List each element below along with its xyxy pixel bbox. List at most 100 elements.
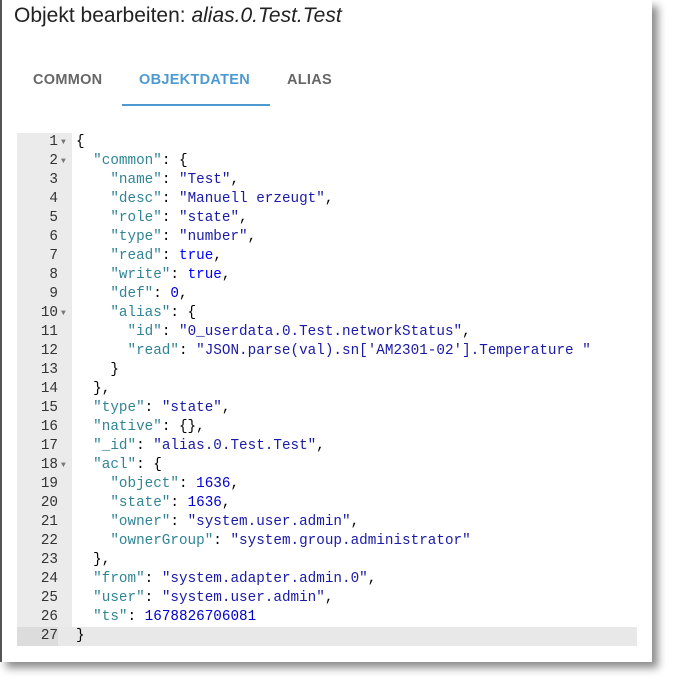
code-line[interactable]: 16 "native": {}, (17, 418, 637, 437)
json-punctuation: : (213, 533, 231, 549)
line-number: 22 (40, 533, 58, 549)
code-line[interactable]: 8 "write": true, (17, 266, 637, 285)
json-punctuation: , (324, 590, 334, 606)
json-punctuation: : (178, 476, 197, 492)
json-punctuation (76, 438, 93, 454)
line-number: 26 (40, 609, 58, 625)
code-text: "common": { (76, 152, 187, 171)
code-line[interactable]: 10 ▼ "alias": { (17, 304, 637, 323)
code-text: "role": "state", (76, 209, 247, 228)
json-string: "system.adapter.admin.0" (161, 571, 368, 587)
json-punctuation: : (127, 609, 145, 625)
code-line[interactable]: 20 "state": 1636, (17, 494, 637, 513)
json-key: "write" (110, 267, 171, 283)
json-key: "state" (110, 495, 171, 511)
code-text: "type": "state", (76, 399, 230, 418)
code-text: "name": "Test", (76, 171, 239, 190)
code-line[interactable]: 27} (17, 627, 637, 646)
json-number: 0 (170, 286, 179, 302)
code-line[interactable]: 17 "_id": "alias.0.Test.Test", (17, 437, 637, 456)
code-line[interactable]: 12 "read": "JSON.parse(val).sn['AM2301-0… (17, 342, 637, 361)
json-punctuation (76, 324, 127, 340)
code-line[interactable]: 5 "role": "state", (17, 209, 637, 228)
json-key: "user" (93, 590, 145, 606)
line-number: 20 (40, 495, 58, 511)
json-punctuation: , (221, 495, 231, 511)
line-number: 18 (40, 457, 58, 473)
json-punctuation (76, 229, 110, 245)
tab-objektdaten[interactable]: OBJEKTDATEN (122, 56, 270, 106)
code-line[interactable]: 2 ▼ "common": { (17, 152, 637, 171)
json-string: "system.group.administrator" (230, 533, 471, 549)
code-line[interactable]: 7 "read": true, (17, 247, 637, 266)
line-number: 16 (40, 419, 58, 435)
json-code-editor[interactable]: 1 ▼{2 ▼ "common": {3 "name": "Test", 4 "des… (17, 133, 637, 646)
code-line[interactable]: 3 "name": "Test", (17, 171, 637, 190)
code-text: { (76, 133, 85, 152)
code-text: "native": {}, (76, 418, 205, 437)
fold-toggle-icon[interactable]: ▼ (61, 456, 66, 475)
code-line[interactable]: 19 "object": 1636, (17, 475, 637, 494)
json-string: "system.user.admin" (187, 514, 351, 530)
json-key: "ts" (93, 609, 128, 625)
json-number: 1636 (196, 476, 231, 492)
json-punctuation: : (178, 343, 197, 359)
code-line[interactable]: 14 }, (17, 380, 637, 399)
dialog-title: Objekt bearbeiten: alias.0.Test.Test (14, 4, 342, 28)
code-line[interactable]: 26 "ts": 1678826706081 (17, 608, 637, 627)
json-key: "def" (110, 286, 154, 302)
line-number: 19 (40, 476, 58, 492)
code-text: "read": true, (76, 247, 222, 266)
json-punctuation: , (247, 229, 257, 245)
code-line[interactable]: 13 } (17, 361, 637, 380)
line-number: 17 (40, 438, 58, 454)
tab-common[interactable]: COMMON (16, 56, 122, 106)
title-prefix: Objekt bearbeiten: (14, 4, 192, 27)
json-punctuation: : (170, 495, 188, 511)
json-punctuation: : (161, 248, 179, 264)
json-string: "state" (178, 210, 240, 226)
code-text: "desc": "Manuell erzeugt", (76, 190, 333, 209)
fold-toggle-icon[interactable]: ▼ (61, 152, 66, 171)
json-punctuation (76, 305, 110, 321)
json-punctuation: , (179, 286, 188, 302)
json-punctuation: : (161, 172, 179, 188)
line-number: 14 (40, 381, 58, 397)
code-text: }, (76, 380, 110, 399)
line-number: 9 (49, 286, 58, 302)
code-line[interactable]: 25 "user": "system.user.admin", (17, 589, 637, 608)
edit-object-dialog: Objekt bearbeiten: alias.0.Test.Test COM… (0, 0, 652, 662)
code-line[interactable]: 4 "desc": "Manuell erzeugt", (17, 190, 637, 209)
code-line[interactable]: 9 "def": 0, (17, 285, 637, 304)
json-punctuation: , (230, 172, 240, 188)
code-line[interactable]: 11 "id": "0_userdata.0.Test.networkStatu… (17, 323, 637, 342)
json-punctuation (76, 495, 110, 511)
line-number: 27 (17, 627, 58, 646)
code-line[interactable]: 1 ▼ { (17, 133, 637, 152)
json-punctuation: , (324, 191, 334, 207)
code-text: "object": 1636, (76, 475, 239, 494)
code-text: "user": "system.user.admin", (76, 589, 333, 608)
code-line[interactable]: 6 "type": "number", (17, 228, 637, 247)
code-line[interactable]: 21 "owner": "system.user.admin", (17, 513, 637, 532)
fold-toggle-icon[interactable]: ▼ (61, 133, 66, 152)
line-number: 15 (40, 400, 58, 416)
code-line[interactable]: 22 "ownerGroup": "system.group.administr… (17, 532, 637, 551)
json-string: "state" (161, 400, 222, 416)
code-text: "read": "JSON.parse(val).sn['AM2301-02']… (76, 342, 591, 361)
json-key: "read" (127, 343, 179, 359)
json-punctuation: : (144, 571, 162, 587)
json-key: "_id" (93, 438, 137, 454)
code-line[interactable]: 23 }, (17, 551, 637, 570)
fold-toggle-icon[interactable]: ▼ (61, 304, 66, 323)
code-text: "alias": { (76, 304, 196, 323)
tab-alias[interactable]: ALIAS (270, 56, 349, 106)
json-punctuation (76, 400, 93, 416)
json-string: "JSON.parse(val).sn['AM2301-02'].Tempera… (196, 343, 591, 359)
line-number: 24 (40, 571, 58, 587)
code-line[interactable]: 18 ▼ "acl": { (17, 456, 637, 475)
code-line[interactable]: 15 "type": "state", (17, 399, 637, 418)
json-punctuation: , (221, 400, 231, 416)
code-text: } (76, 627, 85, 646)
code-line[interactable]: 24 "from": "system.adapter.admin.0", (17, 570, 637, 589)
